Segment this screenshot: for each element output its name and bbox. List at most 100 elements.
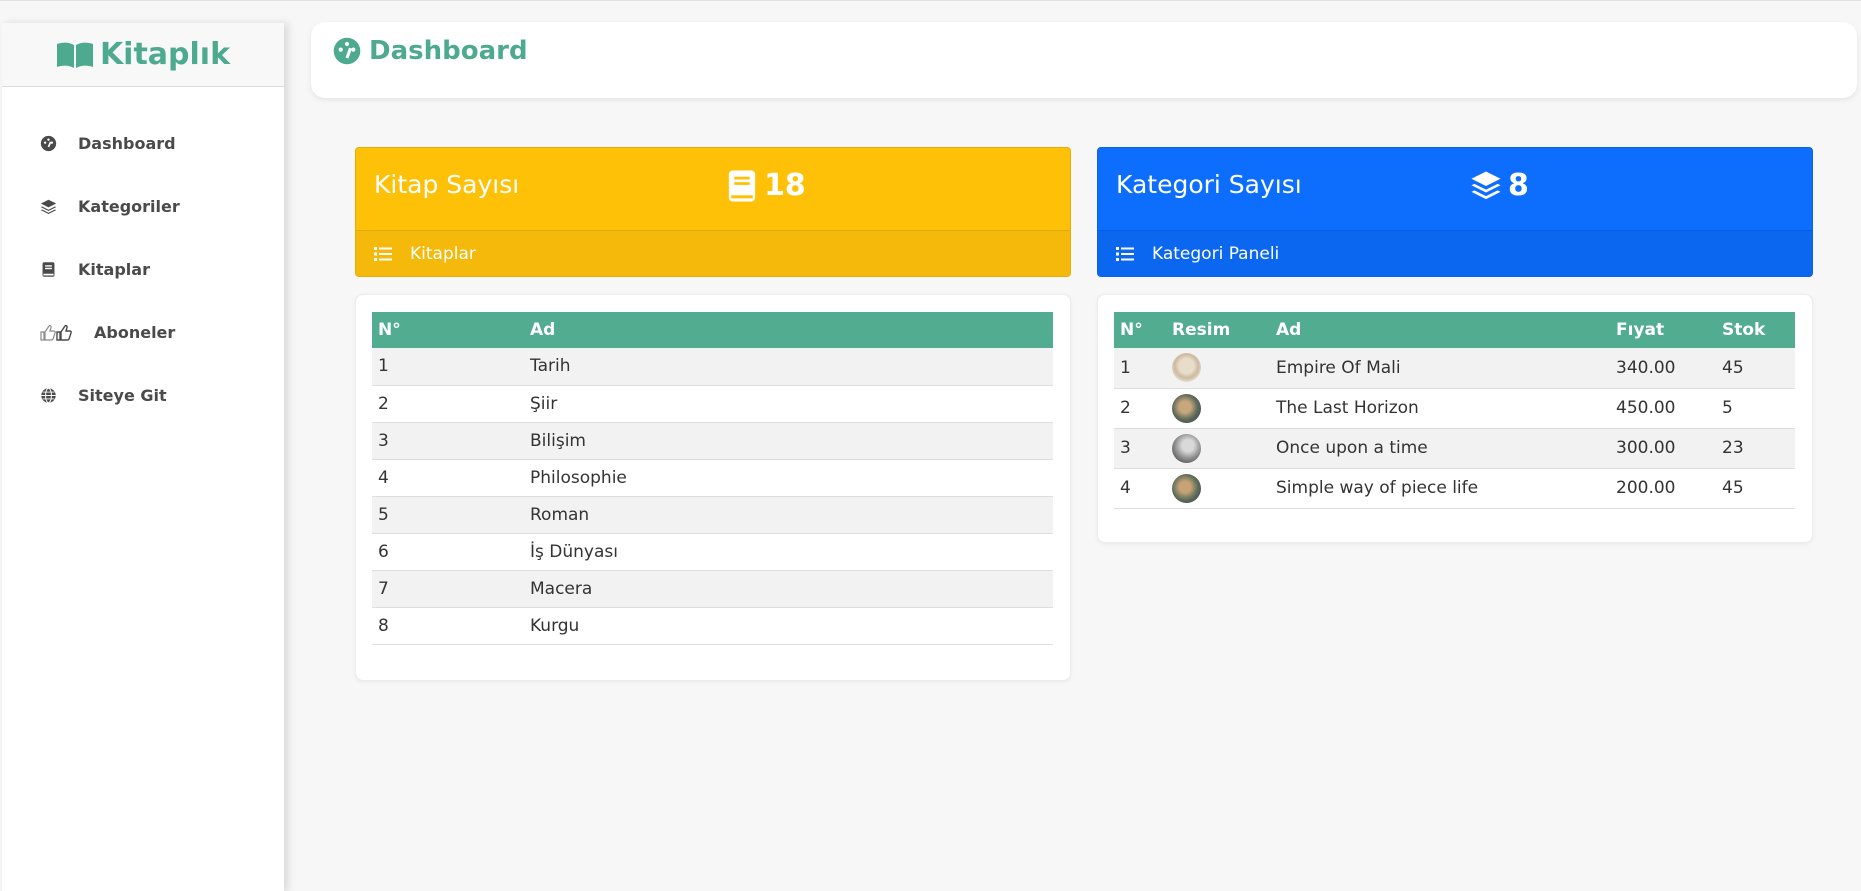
books-table: N° Resim Ad Fıyat Stok 1 Empire Of Mali … [1114, 312, 1795, 509]
cell-id: 8 [372, 607, 524, 645]
cell-image [1166, 348, 1270, 389]
cell-id: 3 [1114, 428, 1166, 469]
cell-name: Bilişim [524, 422, 1053, 460]
cell-name: Kurgu [524, 607, 1053, 645]
cell-name: Empire Of Mali [1270, 348, 1610, 389]
table-row[interactable]: 5 Roman [372, 496, 1053, 534]
book-cover-image [1172, 393, 1201, 423]
table-row[interactable]: 2 Şiir [372, 385, 1053, 423]
books-link-label: Kitaplar [410, 244, 476, 264]
table-row[interactable]: 2 The Last Horizon 450.00 5 [1114, 388, 1795, 429]
cell-id: 2 [1114, 388, 1166, 429]
category-panel-link[interactable]: Kategori Paneli [1098, 230, 1812, 276]
table-row[interactable]: 6 İş Dünyası [372, 533, 1053, 571]
column-header: N° [372, 312, 524, 348]
category-count: 8 [1470, 168, 1529, 203]
table-row[interactable]: 7 Macera [372, 570, 1053, 608]
dashboard-icon [333, 37, 361, 65]
table-row[interactable]: 3 Bilişim [372, 422, 1053, 460]
column-header: Stok [1716, 312, 1795, 348]
cell-name: Macera [524, 570, 1053, 608]
cell-name: Şiir [524, 385, 1053, 423]
sidebar: Kitaplık Dashboard Kategoriler Kitaplar … [2, 23, 284, 891]
table-row[interactable]: 3 Once upon a time 300.00 23 [1114, 428, 1795, 469]
book-cover-image [1172, 353, 1201, 383]
cell-id: 2 [372, 385, 524, 423]
categories-table: N° Ad 1 Tarih 2 Şiir 3 Bilişim 4 Philosophie… [372, 312, 1053, 645]
book-count: 18 [726, 168, 806, 203]
cell-stock: 5 [1716, 388, 1795, 429]
table-row[interactable]: 1 Empire Of Mali 340.00 45 [1114, 348, 1795, 389]
sidebar-item-label: Siteye Git [78, 386, 167, 405]
book-count-title: Kitap Sayısı [374, 170, 520, 199]
table-header-row: N° Ad [372, 312, 1053, 348]
cell-name: İş Dünyası [524, 533, 1053, 571]
cell-name: Once upon a time [1270, 428, 1610, 469]
cell-id: 6 [372, 533, 524, 571]
cell-price: 300.00 [1610, 428, 1716, 469]
thumbs-icon [38, 323, 74, 343]
column-header: Ad [524, 312, 1053, 348]
cell-name: Roman [524, 496, 1053, 534]
table-row[interactable]: 8 Kurgu [372, 607, 1053, 645]
category-count-card: Kategori Sayısı 8 Kategori Paneli [1097, 147, 1813, 277]
layers-icon [38, 197, 58, 217]
column-header: N° [1114, 312, 1166, 348]
cell-id: 4 [372, 459, 524, 497]
cell-stock: 45 [1716, 348, 1795, 389]
sidebar-item-dashboard[interactable]: Dashboard [2, 112, 284, 175]
open-book-icon [56, 42, 93, 68]
book-count-card: Kitap Sayısı 18 Kitaplar [355, 147, 1071, 277]
sidebar-item-siteye-git[interactable]: Siteye Git [2, 364, 284, 427]
table-row[interactable]: 1 Tarih [372, 348, 1053, 386]
column-header: Fıyat [1610, 312, 1716, 348]
cell-image [1166, 468, 1270, 509]
cell-id: 3 [372, 422, 524, 460]
categories-table-card: N° Ad 1 Tarih 2 Şiir 3 Bilişim 4 Philosophie… [355, 294, 1071, 681]
sidebar-item-label: Kitaplar [78, 260, 150, 279]
list-icon [374, 247, 392, 261]
table-row[interactable]: 4 Philosophie [372, 459, 1053, 497]
sidebar-item-label: Dashboard [78, 134, 176, 153]
cell-name: Philosophie [524, 459, 1053, 497]
table-header-row: N° Resim Ad Fıyat Stok [1114, 312, 1795, 348]
cell-image [1166, 388, 1270, 429]
book-cover-image [1172, 433, 1201, 463]
cell-id: 1 [372, 348, 524, 386]
cell-id: 7 [372, 570, 524, 608]
sidebar-item-aboneler[interactable]: Aboneler [2, 301, 284, 364]
sidebar-item-kitaplar[interactable]: Kitaplar [2, 238, 284, 301]
cell-stock: 23 [1716, 428, 1795, 469]
globe-icon [38, 386, 58, 406]
list-icon [1116, 247, 1134, 261]
sidebar-item-label: Kategoriler [78, 197, 180, 216]
dashboard-icon [38, 134, 58, 154]
brand-name: Kitaplık [99, 37, 231, 72]
book-icon [728, 170, 756, 201]
brand-logo[interactable]: Kitaplık [2, 23, 284, 87]
category-count-value: 8 [1508, 168, 1529, 203]
cell-name: Simple way of piece life [1270, 468, 1610, 509]
cell-name: Tarih [524, 348, 1053, 386]
sidebar-item-label: Aboneler [94, 323, 176, 342]
cell-id: 4 [1114, 468, 1166, 509]
books-link[interactable]: Kitaplar [356, 230, 1070, 276]
cell-id: 1 [1114, 348, 1166, 389]
book-count-value: 18 [764, 168, 806, 203]
cell-stock: 45 [1716, 468, 1795, 509]
column-header: Ad [1270, 312, 1610, 348]
cell-image [1166, 428, 1270, 469]
sidebar-item-kategoriler[interactable]: Kategoriler [2, 175, 284, 238]
cell-price: 340.00 [1610, 348, 1716, 389]
cell-name: The Last Horizon [1270, 388, 1610, 429]
table-row[interactable]: 4 Simple way of piece life 200.00 45 [1114, 468, 1795, 509]
layers-icon [1471, 170, 1501, 199]
page-header: Dashboard [311, 22, 1857, 98]
cell-id: 5 [372, 496, 524, 534]
cell-price: 200.00 [1610, 468, 1716, 509]
column-header: Resim [1166, 312, 1270, 348]
book-cover-image [1172, 473, 1201, 503]
page-title: Dashboard [369, 36, 528, 66]
sidebar-nav: Dashboard Kategoriler Kitaplar Aboneler … [2, 87, 284, 427]
books-table-card: N° Resim Ad Fıyat Stok 1 Empire Of Mali … [1097, 294, 1813, 543]
